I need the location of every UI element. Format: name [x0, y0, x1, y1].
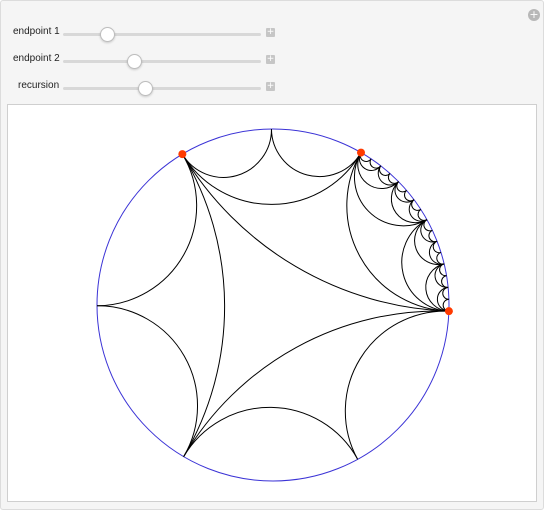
endpoint-2-control: endpoint 2 +: [1, 51, 291, 71]
geodesic-arc: [414, 219, 445, 266]
geodesic-arc: [354, 152, 428, 227]
endpoint-2-label: endpoint 2: [13, 53, 60, 64]
endpoint-1-slider[interactable]: [63, 27, 261, 42]
plot-area: [7, 104, 537, 502]
hyperbolic-tiling-plot: [96, 128, 453, 482]
recursion-slider-thumb[interactable]: [138, 81, 154, 96]
recursion-label: recursion: [18, 80, 60, 91]
geodesic-arc: [96, 153, 198, 307]
demonstration-panel: + endpoint 1 + endpoint 2 + recursion +: [0, 0, 544, 510]
endpoint-1-control: endpoint 1 +: [1, 24, 291, 44]
endpoint-2-slider-thumb[interactable]: [127, 54, 143, 69]
panel-options-icon[interactable]: +: [528, 9, 540, 21]
geodesic-arc: [396, 181, 407, 193]
geodesic-arc: [404, 190, 415, 202]
endpoint-1-expand-icon[interactable]: +: [266, 28, 275, 37]
geodesic-arc: [270, 129, 362, 178]
geodesic-arc: [97, 305, 198, 457]
geodesic-arc: [369, 158, 382, 169]
endpoint-1-label: endpoint 1: [13, 26, 60, 37]
geodesic-arc: [183, 406, 359, 460]
recursion-expand-icon[interactable]: +: [266, 82, 275, 91]
geodesic-arc: [432, 240, 442, 254]
endpoint-marker-3[interactable]: [444, 307, 453, 316]
endpoint-2-slider[interactable]: [63, 54, 261, 69]
geodesic-arc: [417, 209, 428, 221]
endpoint-marker-1[interactable]: [178, 150, 187, 159]
geodesic-arc: [379, 165, 391, 176]
geodesic-arc: [344, 310, 449, 460]
geodesic-arc: [181, 153, 226, 457]
endpoint-1-slider-thumb[interactable]: [99, 27, 115, 42]
geodesic-arc: [181, 152, 362, 205]
recursion-slider[interactable]: [63, 81, 261, 96]
geodesic-arc: [411, 199, 422, 211]
geodesic-arc: [387, 173, 399, 184]
endpoint-marker-2[interactable]: [357, 148, 365, 157]
endpoint-2-expand-icon[interactable]: +: [266, 55, 275, 64]
geodesic-arc: [181, 129, 272, 178]
recursion-control: recursion +: [1, 78, 291, 98]
